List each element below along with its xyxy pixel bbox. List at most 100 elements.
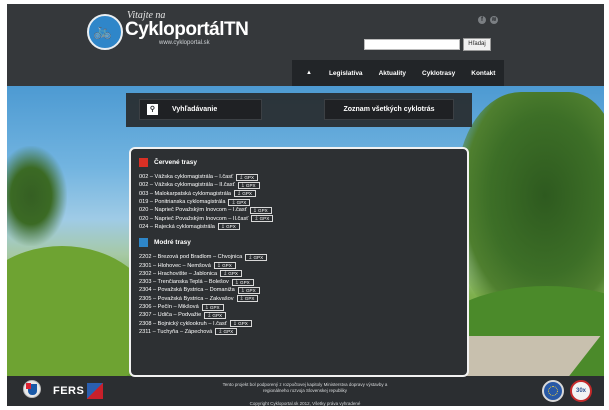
gpx-label: GPX — [212, 312, 223, 318]
gpx-download-button[interactable]: ⤓ GPX — [234, 190, 256, 198]
stars-icon — [548, 386, 558, 396]
gpx-download-button[interactable]: ⤓ GPX — [251, 215, 274, 223]
gpx-label: GPX — [226, 224, 236, 230]
download-icon: ⤓ — [233, 320, 237, 327]
route-name-link[interactable]: 2304 – Považská Bystrica – Domaniža — [139, 287, 235, 293]
gpx-download-button[interactable]: ⤓ GPX — [220, 270, 242, 278]
facebook-icon[interactable]: f — [478, 16, 486, 24]
rss-icon[interactable]: ≋ — [490, 16, 498, 24]
gpx-download-button[interactable]: ⤓ GPX — [213, 262, 236, 270]
gpx-label: GPX — [245, 182, 256, 188]
red-routes-list: 002 – Vážska cyklomagistrála – I.časť ⤓ GP… — [139, 173, 461, 231]
download-icon: ⤓ — [241, 286, 244, 293]
search-icon: ⚲ — [147, 104, 158, 115]
gpx-download-button[interactable]: ⤓ GPX — [237, 286, 260, 294]
search-bar: ⚲ Vyhľadávanie Zoznam všetkých cyklotrás — [126, 93, 472, 127]
route-name-link[interactable]: 002 – Vážska cyklomagistrála – II.časť — [139, 182, 235, 188]
bicycle-icon: 🚲 — [93, 22, 112, 40]
slovak-emblem-logo[interactable] — [23, 380, 41, 398]
download-icon: ⤓ — [240, 173, 243, 180]
nav-item-kontakt[interactable]: Kontakt — [463, 70, 503, 77]
route-name-link[interactable]: 2308 – Bojnický cyklookruh – I.časť — [139, 321, 227, 327]
gpx-download-button[interactable]: ⤓ GPX — [236, 295, 259, 303]
routes-panel: Červené trasy 002 – Vážska cyklomagistrá… — [129, 147, 469, 377]
nav-item-legislativa[interactable]: Legislatíva — [321, 70, 371, 77]
route-item: 2305 – Považská Bystrica – Zakvašov ⤓ GPX — [139, 295, 461, 303]
route-item: 2304 – Považská Bystrica – Domaniža ⤓ GPX — [139, 286, 461, 294]
gpx-download-button[interactable]: ⤓ GPX — [236, 173, 259, 181]
fers-mark-icon — [87, 383, 103, 399]
gpx-label: GPX — [244, 174, 255, 180]
logo-url: www.cykloportal.sk — [159, 40, 210, 46]
route-name-link[interactable]: 2303 – Trenčianska Teplá – Bolešov — [139, 279, 229, 285]
download-icon: ⤓ — [235, 278, 238, 285]
route-item: 2302 – Hrachovište – Jablonica ⤓ GPX — [139, 270, 461, 278]
gpx-download-button[interactable]: ⤓ GPX — [228, 198, 251, 206]
gpx-download-button[interactable]: ⤓ GPX — [237, 181, 260, 189]
gpx-label: GPX — [253, 254, 264, 260]
gpx-download-button[interactable]: ⤓ GPX — [215, 328, 238, 336]
fers-logo[interactable]: FERS — [53, 385, 84, 397]
route-item: 020 – Naprieč Považským Inovcom – I.časť… — [139, 206, 461, 214]
page-frame: 🚲 Vitajte na CykloportálTN www.cykloport… — [7, 4, 604, 406]
cycling-badge-logo[interactable] — [542, 380, 564, 402]
gpx-label: GPX — [223, 329, 234, 335]
route-name-link[interactable]: 2301 – Hlohovec – Nemšová — [139, 263, 211, 269]
nav-item-aktuality[interactable]: Aktuality — [371, 70, 414, 77]
download-icon: ⤓ — [232, 198, 235, 205]
gpx-download-button[interactable]: ⤓ GPX — [245, 253, 268, 261]
route-name-link[interactable]: 020 – Naprieč Považským Inovcom – II.čas… — [139, 216, 248, 222]
gpx-label: GPX — [228, 271, 238, 277]
route-name-link[interactable]: 2306 – Pečín – Mikšová — [139, 304, 199, 310]
download-icon: ⤓ — [253, 206, 257, 213]
footer-support-text: Tento projekt bol podporený z rozpočtove… — [222, 382, 388, 393]
route-item: 003 – Malokarpatská cyklomagistrála ⤓ GPX — [139, 190, 461, 198]
download-icon: ⤓ — [219, 328, 222, 335]
download-icon: ⤓ — [249, 253, 252, 260]
route-name-link[interactable]: 003 – Malokarpatská cyklomagistrála — [139, 191, 231, 197]
route-item: 2202 – Brezová pod Bradlom – Chvojnica ⤓ G… — [139, 253, 461, 261]
main-nav: ▲ Legislatíva Aktuality Cyklotrasy Konta… — [292, 60, 504, 86]
search-input[interactable] — [364, 39, 460, 50]
all-routes-button[interactable]: Zoznam všetkých cyklotrás — [324, 99, 454, 120]
footer-copyright: Copyright Cykloportal.sk 2012, Všetky pr… — [249, 401, 361, 406]
search-button[interactable]: Hľadaj — [463, 38, 491, 51]
gpx-download-button[interactable]: ⤓ GPX — [204, 311, 227, 319]
blue-square-icon — [139, 238, 148, 248]
gpx-download-button[interactable]: ⤓ GPX — [231, 278, 254, 286]
gpx-label: GPX — [238, 321, 248, 327]
gpx-download-button[interactable]: ⤓ GPX — [201, 303, 224, 311]
nav-item-cyklotrasy[interactable]: Cyklotrasy — [414, 70, 463, 77]
route-item: 020 – Naprieč Považským Inovcom – II.čas… — [139, 214, 461, 223]
route-item: 002 – Vážska cyklomagistrála – II.časť ⤓ G… — [139, 181, 461, 189]
gpx-download-button[interactable]: ⤓ GPX — [217, 223, 240, 231]
footer: FERS Tento projekt bol podporený z rozpo… — [7, 377, 604, 406]
badge-30-logo[interactable]: 30x — [570, 380, 592, 402]
route-name-link[interactable]: 2302 – Hrachovište – Jablonica — [139, 271, 217, 277]
route-name-link[interactable]: 2311 – Tuchyňa – Zápechová — [139, 329, 212, 335]
social-icons: f ≋ — [478, 16, 498, 24]
gpx-label: GPX — [244, 296, 255, 302]
gpx-download-button[interactable]: ⤓ GPX — [229, 320, 252, 328]
download-icon: ⤓ — [221, 223, 225, 230]
route-name-link[interactable]: 002 – Vážska cyklomagistrála – I.časť — [139, 174, 233, 180]
gpx-label: GPX — [258, 207, 268, 213]
download-icon: ⤓ — [240, 295, 243, 302]
site-logo[interactable]: 🚲 Vitajte na CykloportálTN www.cykloport… — [87, 8, 249, 58]
route-name-link[interactable]: 2305 – Považská Bystrica – Zakvašov — [139, 296, 234, 302]
route-item: 024 – Rajecká cyklomagistrála ⤓ GPX — [139, 223, 461, 231]
download-icon: ⤓ — [205, 303, 208, 310]
route-name-link[interactable]: 020 – Naprieč Považským Inovcom – I.časť — [139, 207, 247, 213]
route-name-link[interactable]: 2202 – Brezová pod Bradlom – Chvojnica — [139, 254, 242, 260]
gpx-download-button[interactable]: ⤓ GPX — [249, 206, 272, 214]
route-item: 2307 – Udiča – Podvažie ⤓ GPX — [139, 311, 461, 319]
route-item: 2311 – Tuchyňa – Zápechová ⤓ GPX — [139, 328, 461, 336]
route-name-link[interactable]: 024 – Rajecká cyklomagistrála — [139, 224, 215, 230]
route-name-link[interactable]: 019 – Ponitrianska cyklomagistrála — [139, 199, 225, 205]
gpx-label: GPX — [209, 304, 220, 310]
blue-routes-heading: Modré trasy — [139, 238, 461, 248]
home-icon[interactable]: ▲ — [292, 70, 321, 76]
search-panel-button[interactable]: ⚲ Vyhľadávanie — [139, 99, 262, 120]
route-item: 019 – Ponitrianska cyklomagistrála ⤓ GPX — [139, 198, 461, 206]
route-name-link[interactable]: 2307 – Udiča – Podvažie — [139, 312, 201, 318]
